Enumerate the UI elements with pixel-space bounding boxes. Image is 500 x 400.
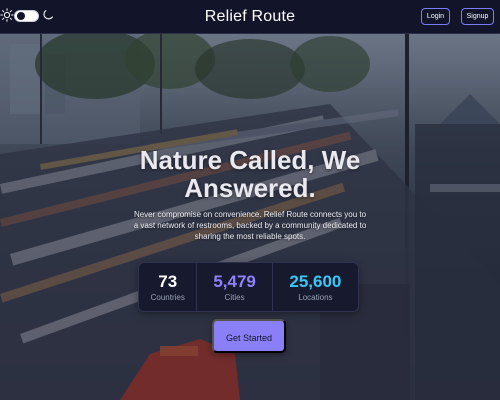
top-nav-bar: Relief Route Login Signup: [0, 0, 500, 34]
stat-value: 25,600: [289, 272, 342, 291]
login-button[interactable]: Login: [421, 8, 450, 25]
signup-button[interactable]: Signup: [461, 8, 494, 25]
stat-label: Countries: [150, 293, 185, 302]
hero-headline-line-1: Nature Called, We: [139, 145, 361, 175]
stat-cities: 5,479 Cities: [197, 263, 273, 311]
stat-locations: 25,600 Locations: [273, 263, 358, 311]
stat-label: Cities: [224, 293, 245, 302]
stat-value: 5,479: [213, 272, 256, 291]
hero-headline: Nature Called, We Answered.: [0, 146, 500, 202]
hero-subtext: Never compromise on convenience. Relief …: [133, 210, 367, 241]
stats-panel: 73 Countries 5,479 Cities 25,600 Locatio…: [138, 262, 359, 312]
hero-headline-line-2: Answered.: [184, 173, 316, 203]
stat-value: 73: [158, 272, 178, 291]
hero-section: Nature Called, We Answered. Never compro…: [0, 34, 500, 400]
get-started-button[interactable]: Get Started: [212, 319, 286, 353]
stat-countries: 73 Countries: [139, 263, 198, 311]
stat-label: Locations: [298, 293, 333, 302]
